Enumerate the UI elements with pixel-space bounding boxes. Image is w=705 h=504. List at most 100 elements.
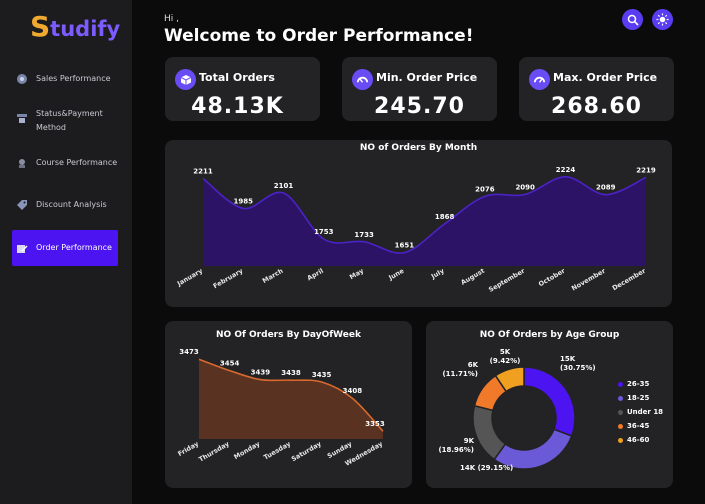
- data-label: 1985: [234, 197, 254, 205]
- sidebar-item-label: Discount Analysis: [36, 200, 107, 209]
- x-tick-label: June: [387, 267, 406, 283]
- page-title: Welcome to Order Performance!: [164, 26, 474, 46]
- slice-label: 15K: [560, 355, 576, 363]
- sidebar-item-label: Order Performance: [36, 243, 112, 252]
- slice-label: 14K (29.15%): [460, 464, 513, 472]
- data-label: 2101: [274, 182, 294, 190]
- sidebar-item-label: Sales Performance: [36, 74, 111, 83]
- kpi-value: 48.13K: [191, 94, 284, 119]
- kpi-card-min-order-price: Min. Order Price 245.70: [342, 57, 497, 121]
- orders-by-age-group-card: NO Of Orders by Age Group 15K (30.75%) 14K…: [426, 321, 673, 488]
- sales-icon: [17, 74, 27, 84]
- legend-item: 26-35: [618, 380, 649, 388]
- kpi-label: Max. Order Price: [553, 71, 658, 84]
- x-tick-label: Monday: [233, 439, 262, 461]
- data-label: 2076: [475, 185, 495, 193]
- x-tick-label: October: [537, 266, 567, 288]
- payment-icon: [17, 114, 27, 123]
- legend-label: 46-60: [627, 436, 650, 444]
- legend-swatch: [618, 395, 623, 401]
- pie-slice: [472, 404, 507, 461]
- theme-toggle-button[interactable]: [652, 9, 673, 30]
- gauge-low-icon: [352, 69, 373, 90]
- slice-label: 9K: [464, 437, 475, 445]
- data-label: 3435: [312, 371, 332, 379]
- data-label: 1651: [395, 242, 415, 250]
- x-tick-label: Thursday: [197, 439, 231, 463]
- x-tick-label: April: [306, 267, 325, 283]
- data-label: 1753: [314, 228, 334, 236]
- x-tick-label: May: [348, 266, 366, 281]
- legend-item: Under 18: [618, 408, 663, 416]
- x-tick-label: February: [212, 266, 245, 290]
- gauge-high-icon: [529, 69, 550, 90]
- x-tick-label: Tuesday: [262, 439, 292, 461]
- slice-label: (11.71%): [442, 370, 478, 378]
- data-label: 3353: [365, 420, 385, 428]
- legend-label: 36-45: [627, 422, 650, 430]
- app-logo: Studify: [30, 10, 121, 43]
- orders-by-age-group-chart: 15K(30.75%) 14K (29.15%) 9K(18.96%) 6K(11.7…: [438, 348, 596, 472]
- legend-label: 26-35: [627, 380, 650, 388]
- data-label: 3408: [343, 387, 363, 395]
- legend-item: 46-60: [618, 436, 649, 444]
- slice-label: (9.42%): [490, 357, 521, 365]
- legend-swatch: [618, 381, 623, 387]
- slice-label: 6K: [468, 361, 479, 369]
- x-tick-label: July: [429, 266, 446, 281]
- sidebar-item-sales-performance[interactable]: Sales Performance: [12, 72, 118, 86]
- data-label: 2089: [596, 184, 616, 192]
- cube-icon: [175, 69, 196, 90]
- data-label: 2219: [636, 166, 656, 174]
- kpi-value: 268.60: [551, 94, 642, 119]
- sidebar-item-course-performance[interactable]: Course Performance: [12, 156, 118, 170]
- legend-swatch: [618, 409, 623, 415]
- orders-by-month-chart: 2211 January 1985 February 2101 March 1753 Apri…: [175, 166, 656, 294]
- kpi-label: Min. Order Price: [376, 71, 478, 84]
- legend-swatch: [618, 423, 623, 429]
- x-tick-label: Saturday: [290, 439, 323, 463]
- x-tick-label: August: [459, 267, 485, 287]
- data-label: 3439: [251, 369, 271, 377]
- x-tick-label: January: [175, 266, 205, 288]
- legend-swatch: [618, 437, 623, 443]
- data-label: 3438: [281, 369, 301, 377]
- legend-label: Under 18: [627, 408, 664, 416]
- orders-by-month-card: NO of Orders By Month 2211 January 1985 Feb…: [165, 140, 672, 307]
- data-label: 1733: [354, 231, 374, 239]
- slice-label: (18.96%): [438, 446, 474, 454]
- data-label: 2090: [515, 184, 535, 192]
- kpi-label: Total Orders: [199, 71, 275, 84]
- search-icon: [627, 14, 639, 26]
- sun-icon: [656, 13, 669, 26]
- data-label: 3473: [179, 348, 199, 356]
- legend-item: 36-45: [618, 422, 649, 430]
- x-tick-label: December: [611, 266, 648, 292]
- pie-slice: [523, 366, 576, 438]
- x-tick-label: Friday: [176, 439, 200, 458]
- sidebar-item-discount-analysis[interactable]: Discount Analysis: [12, 198, 118, 212]
- order-icon: [17, 244, 28, 253]
- discount-icon: [17, 200, 27, 210]
- sidebar: Studify Sales Performance Status&Payment…: [0, 0, 132, 504]
- search-button[interactable]: [622, 9, 643, 30]
- sidebar-item-label: Course Performance: [36, 158, 118, 167]
- sidebar-item-label: Status&Payment Method: [36, 109, 103, 132]
- x-tick-label: September: [487, 266, 527, 293]
- sidebar-item-status-payment[interactable]: Status&Payment Method: [12, 107, 118, 135]
- kpi-value: 245.70: [374, 94, 465, 119]
- legend-item: 18-25: [618, 394, 649, 402]
- x-tick-label: March: [261, 267, 285, 285]
- data-label: 1868: [435, 213, 455, 221]
- slice-label: (30.75%): [560, 364, 596, 372]
- kpi-card-max-order-price: Max. Order Price 268.60: [519, 57, 674, 121]
- kpi-card-total-orders: Total Orders 48.13K: [165, 57, 320, 121]
- orders-by-dayofweek-chart: 3473 Friday 3454 Thursday 3439 Monday 3438 Tues…: [176, 348, 385, 468]
- data-label: 2211: [193, 167, 213, 175]
- sidebar-item-order-performance[interactable]: Order Performance: [12, 230, 118, 266]
- data-label: 3454: [220, 360, 240, 368]
- legend-label: 18-25: [627, 394, 650, 402]
- orders-by-dayofweek-card: NO Of Orders By DayOfWeek 3473 Friday 3454…: [165, 321, 412, 488]
- x-tick-label: November: [570, 266, 607, 292]
- slice-label: 5K: [500, 348, 511, 356]
